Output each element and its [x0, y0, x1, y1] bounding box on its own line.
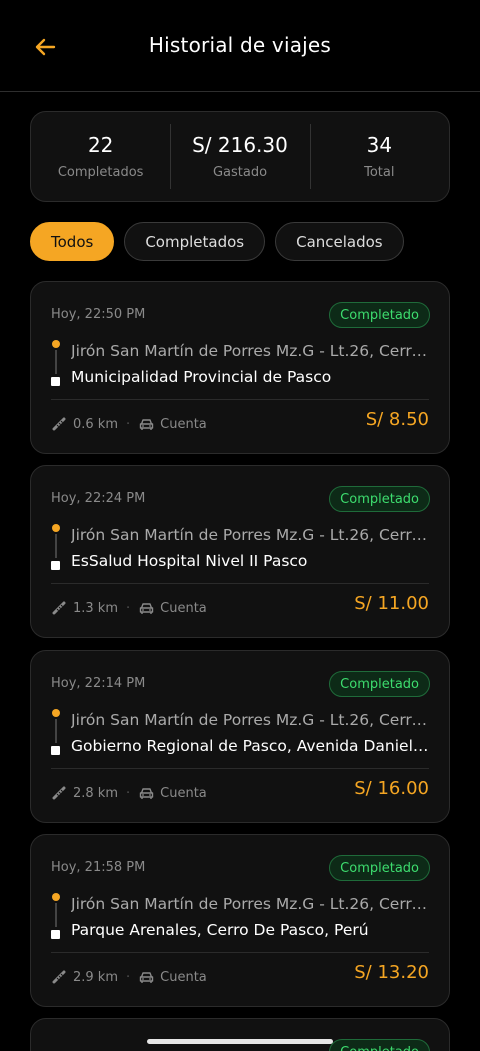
stat-total: 34 Total — [309, 112, 449, 201]
app-header: Historial de viajes — [0, 0, 480, 92]
stat-value: S/ 216.30 — [192, 133, 288, 157]
trip-time: Hoy, 22:50 PM — [51, 307, 146, 322]
filter-all[interactable]: Todos — [30, 222, 115, 261]
trip-destination: Gobierno Regional de Pasco, Avenida Dani… — [71, 737, 431, 755]
trip-destination: Parque Arenales, Cerro De Pasco, Perú — [71, 921, 369, 939]
trip-time: Hoy, 22:14 PM — [51, 676, 146, 691]
divider — [51, 952, 429, 953]
trip-payment: Cuenta — [160, 969, 207, 985]
trip-card[interactable]: Hoy, 22:14 PM Completado Jirón San Martí… — [30, 650, 450, 823]
trip-time: Hoy, 22:24 PM — [51, 491, 146, 506]
trip-distance: 1.3 km — [73, 600, 118, 616]
trip-origin: Jirón San Martín de Porres Mz.G - Lt.26,… — [71, 526, 431, 544]
trip-time: Hoy, 21:58 PM — [51, 860, 146, 875]
trip-distance: 2.8 km — [73, 785, 118, 801]
car-icon — [138, 416, 154, 432]
filter-tabs: Todos Completados Cancelados — [30, 222, 404, 261]
origin-dot-icon — [52, 709, 60, 717]
stat-label: Total — [364, 165, 395, 180]
ruler-icon — [51, 969, 67, 985]
divider — [51, 399, 429, 400]
trip-card-partial[interactable]: Completado — [30, 1018, 450, 1051]
ruler-icon — [51, 600, 67, 616]
destination-square-icon — [51, 561, 60, 570]
stat-spent: S/ 216.30 Gastado — [170, 112, 309, 201]
trip-payment: Cuenta — [160, 416, 207, 432]
status-badge: Completado — [329, 486, 430, 512]
home-indicator[interactable] — [147, 1039, 333, 1044]
trip-card[interactable]: Hoy, 21:58 PM Completado Jirón San Martí… — [30, 834, 450, 1007]
filter-cancelled[interactable]: Cancelados — [275, 222, 404, 261]
separator: · — [126, 785, 131, 801]
trip-origin: Jirón San Martín de Porres Mz.G - Lt.26,… — [71, 895, 431, 913]
origin-dot-icon — [52, 340, 60, 348]
trip-meta: 1.3 km · Cuenta — [51, 599, 207, 617]
trip-origin: Jirón San Martín de Porres Mz.G - Lt.26,… — [71, 711, 431, 729]
ruler-icon — [51, 785, 67, 801]
car-icon — [138, 600, 154, 616]
status-badge: Completado — [329, 855, 430, 881]
separator: · — [126, 969, 131, 985]
destination-square-icon — [51, 930, 60, 939]
trip-price: S/ 8.50 — [365, 409, 429, 430]
trip-price: S/ 11.00 — [354, 593, 429, 614]
trip-payment: Cuenta — [160, 600, 207, 616]
separator: · — [126, 600, 131, 616]
trip-distance: 2.9 km — [73, 969, 118, 985]
trip-destination: Municipalidad Provincial de Pasco — [71, 368, 332, 386]
trip-price: S/ 16.00 — [354, 778, 429, 799]
destination-square-icon — [51, 377, 60, 386]
route-line — [55, 903, 57, 927]
divider — [51, 768, 429, 769]
trip-meta: 0.6 km · Cuenta — [51, 415, 207, 433]
origin-dot-icon — [52, 524, 60, 532]
filter-completed[interactable]: Completados — [124, 222, 266, 261]
trip-price: S/ 13.20 — [354, 962, 429, 983]
route-line — [55, 719, 57, 743]
origin-dot-icon — [52, 893, 60, 901]
trip-meta: 2.8 km · Cuenta — [51, 784, 207, 802]
car-icon — [138, 785, 154, 801]
trip-payment: Cuenta — [160, 785, 207, 801]
trip-meta: 2.9 km · Cuenta — [51, 968, 207, 986]
separator: · — [126, 416, 131, 432]
trip-destination: EsSalud Hospital Nivel II Pasco — [71, 552, 308, 570]
trip-card[interactable]: Hoy, 22:24 PM Completado Jirón San Martí… — [30, 465, 450, 638]
route-line — [55, 534, 57, 558]
ruler-icon — [51, 416, 67, 432]
car-icon — [138, 969, 154, 985]
stat-value: 34 — [366, 133, 393, 157]
stats-summary: 22 Completados S/ 216.30 Gastado 34 Tota… — [30, 111, 450, 202]
divider — [51, 583, 429, 584]
route-line — [55, 350, 57, 374]
trip-origin: Jirón San Martín de Porres Mz.G - Lt.26,… — [71, 342, 431, 360]
page-title: Historial de viajes — [148, 33, 332, 57]
trip-card[interactable]: Hoy, 22:50 PM Completado Jirón San Martí… — [30, 281, 450, 454]
stat-label: Completados — [57, 165, 144, 180]
trip-distance: 0.6 km — [73, 416, 118, 432]
status-badge: Completado — [329, 1039, 430, 1051]
status-badge: Completado — [329, 302, 430, 328]
stat-value: 22 — [87, 133, 114, 157]
status-badge: Completado — [329, 671, 430, 697]
destination-square-icon — [51, 746, 60, 755]
stat-completed: 22 Completados — [31, 112, 170, 201]
stat-label: Gastado — [212, 165, 268, 180]
